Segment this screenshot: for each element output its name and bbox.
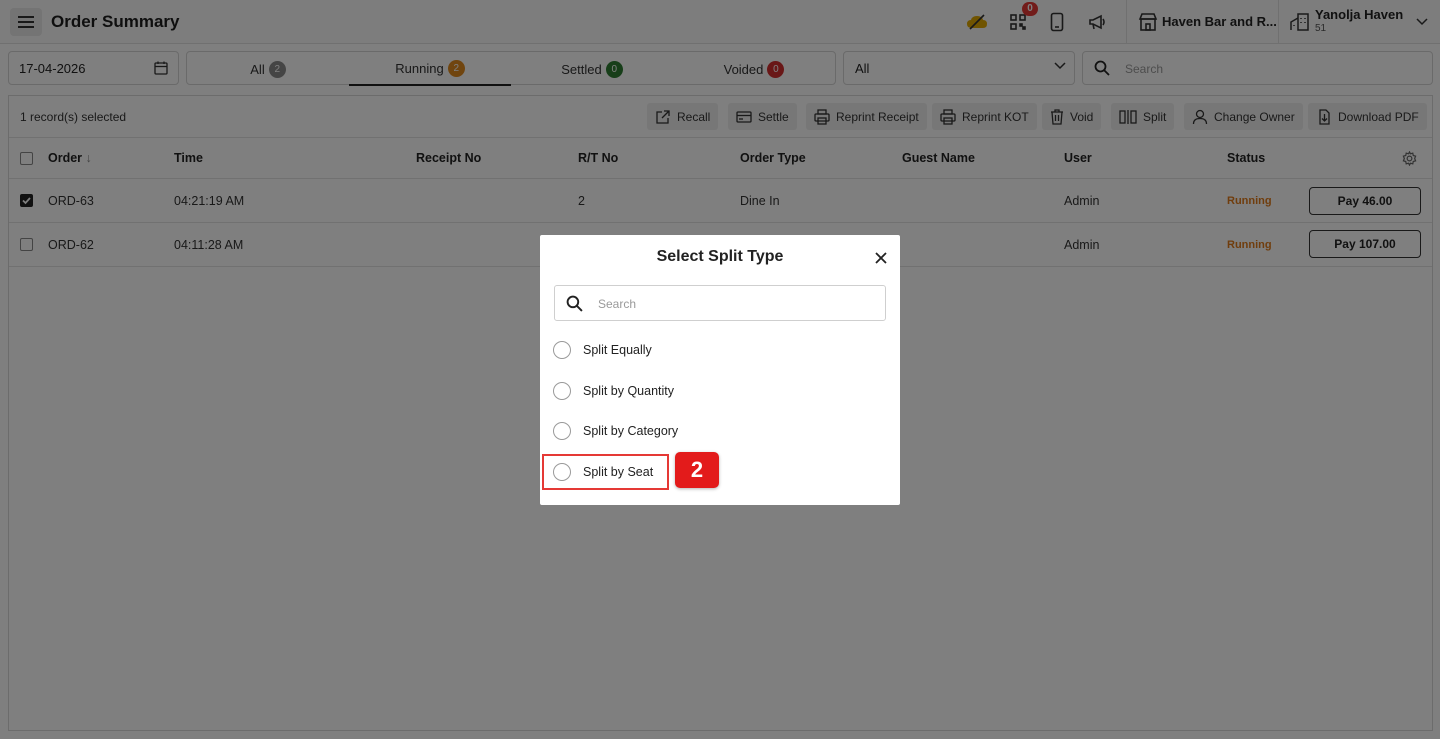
search-icon <box>566 295 583 312</box>
dialog-title: Select Split Type <box>656 248 784 265</box>
option-label: Split by Quantity <box>583 384 675 398</box>
highlight-box <box>542 454 669 490</box>
option-label: Split by Category <box>583 424 679 438</box>
radio-button[interactable] <box>553 422 571 440</box>
option-split-by-quantity[interactable]: Split by Quantity <box>553 379 863 403</box>
search-placeholder: Search <box>598 297 637 311</box>
option-split-by-category[interactable]: Split by Category <box>553 419 863 443</box>
step-number-badge: 2 <box>675 452 719 488</box>
option-label: Split Equally <box>583 343 652 357</box>
option-split-equally[interactable]: Split Equally <box>553 338 863 362</box>
close-icon[interactable] <box>873 250 889 266</box>
split-search-input[interactable]: Search <box>554 285 886 321</box>
radio-button[interactable] <box>553 341 571 359</box>
radio-button[interactable] <box>553 382 571 400</box>
